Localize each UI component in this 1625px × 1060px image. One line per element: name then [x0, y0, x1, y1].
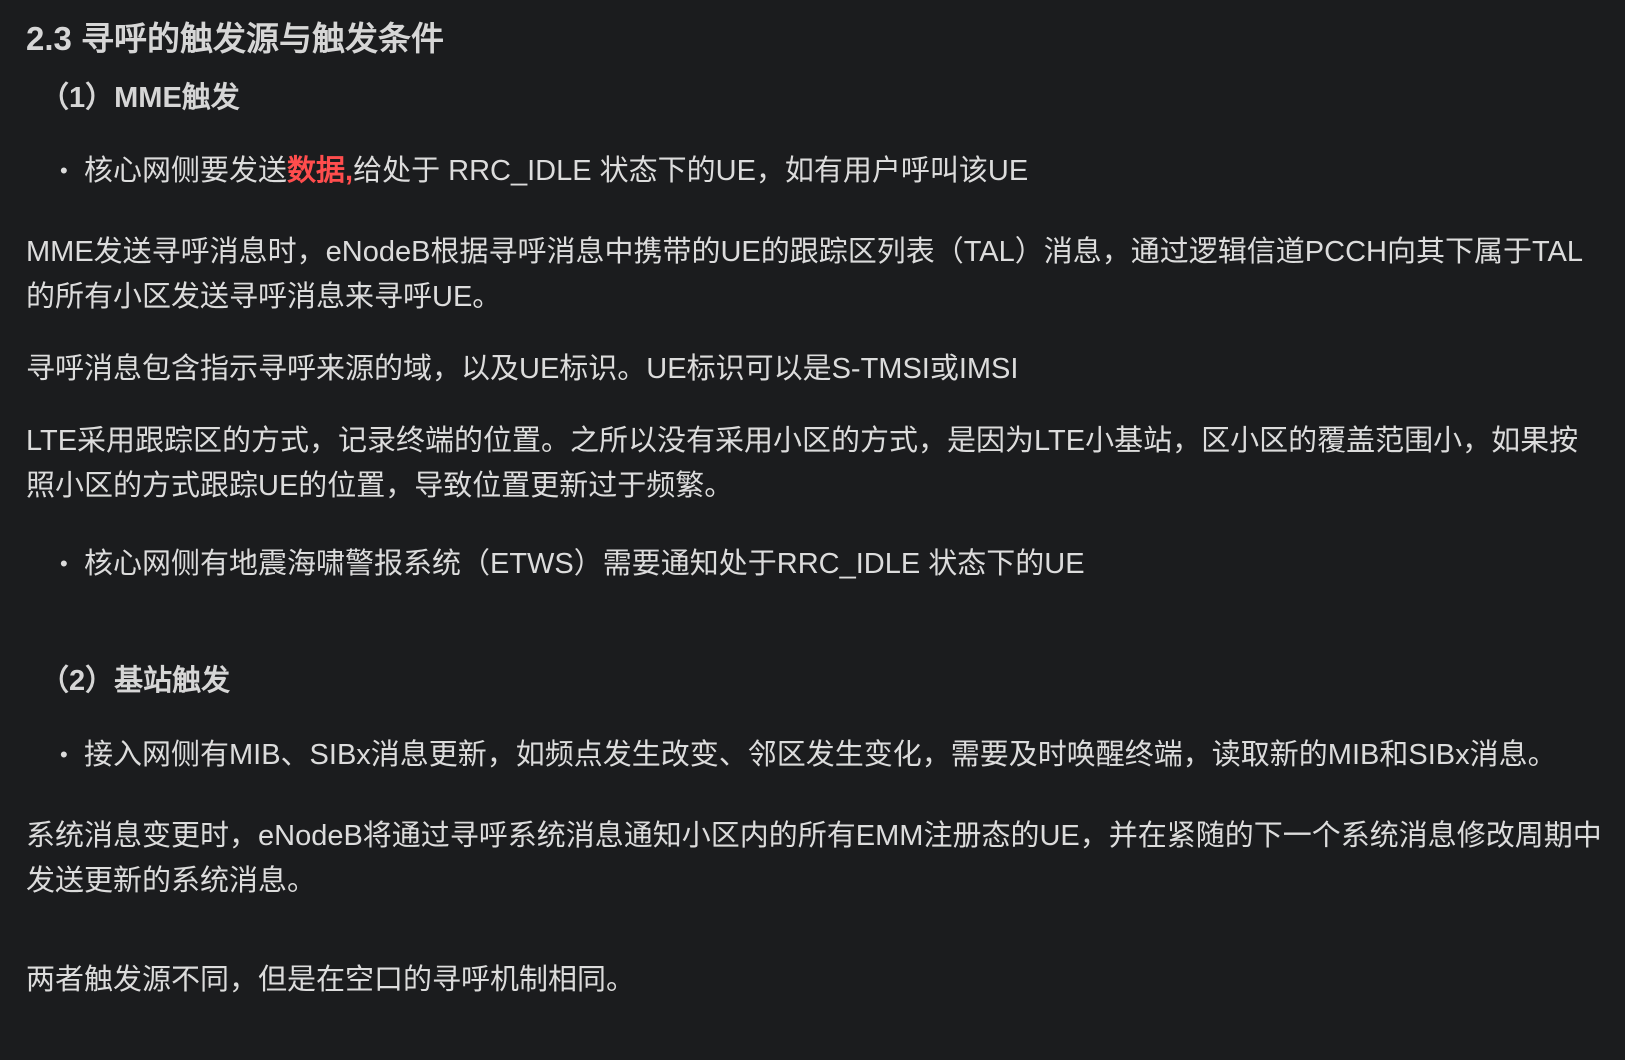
list-item: • 接入网侧有MIB、SIBx消息更新，如频点发生改变、邻区发生变化，需要及时唤醒…	[60, 731, 1557, 773]
paragraph: 系统消息变更时，eNodeB将通过寻呼系统消息通知小区内的所有EMM注册态的UE…	[26, 820, 1602, 897]
paragraph: 寻呼消息包含指示寻呼来源的域，以及UE标识。UE标识可以是S-TMSI或IMSI	[26, 353, 1019, 385]
highlighted-text: 数据,	[287, 155, 354, 187]
bullet-text: 给处于 RRC_IDLE 状态下的UE，如有用户呼叫该UE	[353, 155, 1029, 187]
bullet-text: 接入网侧有MIB、SIBx消息更新，如频点发生改变、邻区发生变化，需要及时唤醒终…	[84, 739, 1557, 771]
paragraph: 两者触发源不同，但是在空口的寻呼机制相同。	[26, 964, 636, 996]
bullet-text: 核心网侧有地震海啸警报系统（ETWS）需要通知处于RRC_IDLE 状态下的UE	[84, 548, 1085, 580]
bullet-dot-icon: •	[60, 551, 68, 576]
bullet-dot-icon: •	[60, 742, 68, 767]
subsection-title-mme: （1）MME触发	[40, 82, 240, 114]
bullet-text: 核心网侧要发送	[84, 155, 288, 187]
list-item: • 核心网侧要发送数据,给处于 RRC_IDLE 状态下的UE，如有用户呼叫该UE	[60, 147, 1028, 189]
list-item: • 核心网侧有地震海啸警报系统（ETWS）需要通知处于RRC_IDLE 状态下的U…	[60, 540, 1085, 582]
paragraph: MME发送寻呼消息时，eNodeB根据寻呼消息中携带的UE的跟踪区列表（TAL）…	[26, 236, 1583, 313]
paragraph: LTE采用跟踪区的方式，记录终端的位置。之所以没有采用小区的方式，是因为LTE小…	[26, 425, 1579, 502]
bullet-dot-icon: •	[60, 158, 68, 183]
section-title: 2.3 寻呼的触发源与触发条件	[26, 20, 445, 57]
subsection-title-enodeb: （2）基站触发	[40, 665, 231, 697]
